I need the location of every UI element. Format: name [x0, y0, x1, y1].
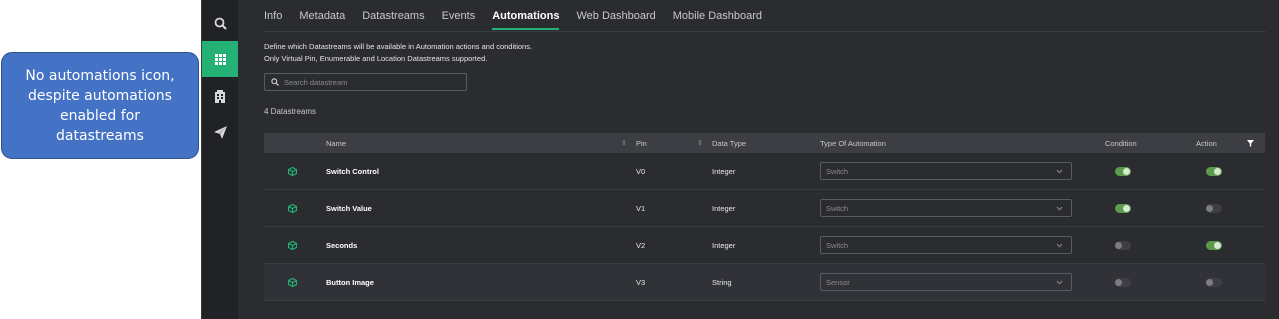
row-pin: V0: [636, 166, 646, 176]
header-pin[interactable]: Pin: [636, 133, 647, 153]
condition-toggle[interactable]: [1115, 278, 1131, 287]
automation-type-select[interactable]: Switch: [820, 199, 1072, 217]
automation-type-select[interactable]: Sensor: [820, 273, 1072, 291]
sidebar-organization-button[interactable]: [202, 78, 238, 114]
datastream-cube-icon: [288, 241, 297, 250]
tab-divider: [264, 31, 1266, 32]
row-pin: V1: [636, 203, 646, 213]
datastream-cube-icon: [288, 204, 297, 213]
row-name: Seconds: [326, 240, 358, 250]
header-condition: Condition: [1105, 138, 1137, 148]
filter-icon[interactable]: [1247, 140, 1254, 147]
grid-icon: [214, 53, 226, 65]
action-toggle[interactable]: [1206, 278, 1222, 287]
select-value: Sensor: [826, 277, 850, 287]
sidebar-templates-button[interactable]: [202, 41, 238, 77]
row-pin: V2: [636, 240, 646, 250]
header-type-of-automation: Type Of Automation: [820, 138, 886, 148]
datastream-cube-icon: [288, 278, 297, 287]
condition-toggle[interactable]: [1115, 167, 1131, 176]
row-pin: V3: [636, 277, 646, 287]
search-icon: [271, 78, 279, 86]
callout-text: No automations icon, despite automations…: [25, 67, 175, 144]
search-input[interactable]: [284, 77, 454, 87]
action-toggle[interactable]: [1206, 167, 1222, 176]
header-name[interactable]: Name: [326, 133, 346, 153]
app-window: Info Metadata Datastreams Events Automat…: [201, 0, 1279, 319]
datastream-count: 4 Datastreams: [264, 107, 317, 116]
header-data-type[interactable]: Data Type: [712, 133, 746, 153]
header-action: Action: [1196, 138, 1217, 148]
table-row-2[interactable]: Seconds V2 Integer Switch: [264, 227, 1265, 264]
chevron-down-icon: [1056, 206, 1063, 211]
sort-pin-icon[interactable]: ⇕: [697, 139, 703, 147]
tab-bar: Info Metadata Datastreams Events Automat…: [264, 10, 762, 30]
chevron-down-icon: [1056, 243, 1063, 248]
row-name: Switch Value: [326, 203, 372, 213]
select-value: Switch: [826, 240, 849, 250]
row-name: Switch Control: [326, 166, 379, 176]
building-icon: [215, 89, 225, 103]
annotation-callout: No automations icon, despite automations…: [1, 52, 199, 159]
sort-name-icon[interactable]: ⇕: [621, 139, 627, 147]
action-toggle[interactable]: [1206, 204, 1222, 213]
chevron-down-icon: [1056, 280, 1063, 285]
tab-mobile-dashboard[interactable]: Mobile Dashboard: [673, 10, 762, 28]
condition-toggle[interactable]: [1115, 204, 1131, 213]
tab-datastreams[interactable]: Datastreams: [362, 10, 424, 28]
send-icon: [213, 125, 227, 139]
chevron-down-icon: [1056, 169, 1063, 174]
search-icon: [214, 17, 227, 30]
description-line-1: Define which Datastreams will be availab…: [264, 42, 533, 51]
action-toggle[interactable]: [1206, 241, 1222, 250]
sidebar-send-button[interactable]: [202, 114, 238, 150]
row-data-type: Integer: [712, 166, 736, 176]
row-data-type: Integer: [712, 203, 736, 213]
main-content: Info Metadata Datastreams Events Automat…: [237, 0, 1279, 319]
row-name: Button Image: [326, 277, 374, 287]
tab-metadata[interactable]: Metadata: [299, 10, 345, 28]
select-value: Switch: [826, 203, 849, 213]
table-row-3[interactable]: Button Image V3 String Sensor: [264, 264, 1265, 301]
tab-events[interactable]: Events: [442, 10, 476, 28]
row-data-type: Integer: [712, 240, 736, 250]
table-row-1[interactable]: Switch Value V1 Integer Switch: [264, 190, 1265, 227]
icon-sidebar: [201, 0, 238, 319]
datastream-cube-icon: [288, 167, 297, 176]
automation-type-select[interactable]: Switch: [820, 236, 1072, 254]
search-box: [264, 73, 467, 91]
description-line-2: Only Virtual Pin, Enumerable and Locatio…: [264, 54, 488, 63]
tab-web-dashboard[interactable]: Web Dashboard: [576, 10, 655, 28]
datastreams-table: Name ⇕ Pin ⇕ Data Type Type Of Automatio…: [264, 133, 1265, 301]
select-value: Switch: [826, 166, 849, 176]
condition-toggle[interactable]: [1115, 241, 1131, 250]
table-row-0[interactable]: Switch Control V0 Integer Switch: [264, 153, 1265, 190]
sidebar-search-button[interactable]: [202, 5, 238, 41]
tab-automations[interactable]: Automations: [492, 10, 560, 30]
automation-type-select[interactable]: Switch: [820, 162, 1072, 180]
tab-info[interactable]: Info: [264, 10, 282, 28]
row-data-type: String: [712, 277, 732, 287]
table-header: Name ⇕ Pin ⇕ Data Type Type Of Automatio…: [264, 133, 1265, 153]
description: Define which Datastreams will be availab…: [264, 41, 532, 65]
